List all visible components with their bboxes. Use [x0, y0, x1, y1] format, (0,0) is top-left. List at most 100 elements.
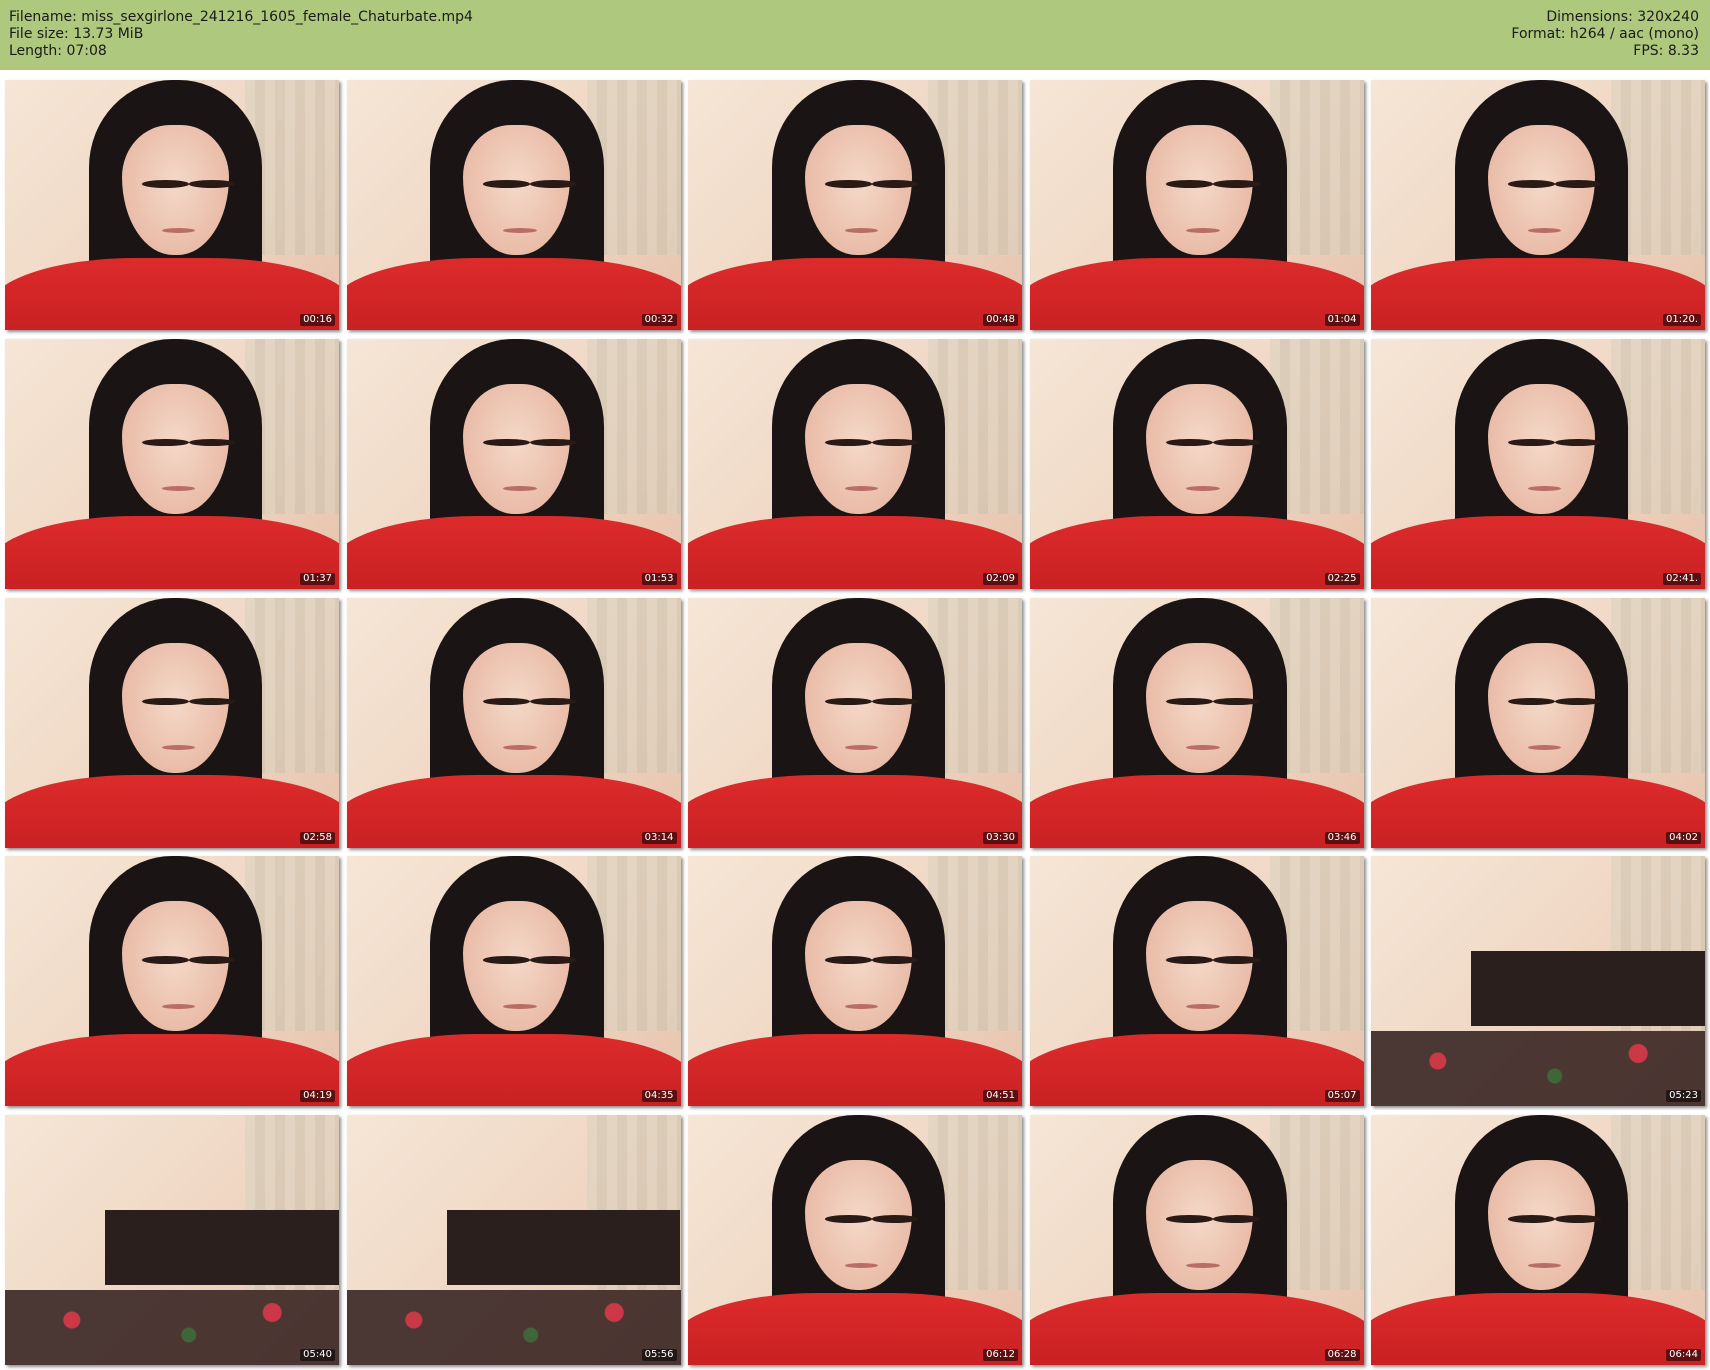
frame-timestamp: 03:46 — [1324, 831, 1360, 844]
left-eye — [1166, 697, 1214, 705]
frame-timestamp: 02:58 — [300, 831, 335, 844]
frame-timestamp: 03:30 — [983, 831, 1018, 844]
frame-timestamp: 03:14 — [641, 831, 677, 844]
right-eye — [871, 1215, 919, 1223]
video-frame-thumbnail: 01:37 — [5, 338, 339, 589]
red-robe — [5, 775, 339, 848]
file-size-text: File size: 13.73 MiB — [9, 26, 144, 42]
red-robe — [1029, 516, 1364, 589]
bed-cover — [1371, 1031, 1705, 1107]
red-robe — [1371, 257, 1705, 330]
right-eye — [188, 956, 236, 964]
video-frame-thumbnail: 02:58 — [5, 597, 339, 848]
left-eye — [141, 697, 189, 705]
red-robe — [1029, 257, 1364, 330]
dimensions-text: Dimensions: 320x240 — [1546, 9, 1699, 25]
frame-timestamp: 04:51 — [983, 1090, 1018, 1103]
right-eye — [1213, 956, 1260, 964]
mouth — [161, 1003, 196, 1009]
mouth — [503, 227, 537, 233]
frame-timestamp: 06:28 — [1324, 1349, 1360, 1361]
thumbnail-grid: 00:16 00:32 00:48 01:04 01:20. 01:37 01:53 02:0… — [5, 80, 1705, 1365]
right-eye — [530, 697, 577, 705]
video-frame-thumbnail: 04:19 — [5, 856, 339, 1107]
frame-timestamp: 01:20. — [1663, 314, 1701, 326]
red-robe — [346, 775, 681, 848]
right-eye — [1554, 180, 1602, 188]
file-info-left: Filename: miss_sexgirlone_241216_1605_fe… — [9, 9, 473, 60]
format-text: Format: h264 / aac (mono) — [1511, 26, 1699, 42]
frame-timestamp: 06:44 — [1666, 1349, 1701, 1361]
video-frame-thumbnail: 04:35 — [346, 856, 681, 1107]
mouth — [503, 745, 537, 750]
left-eye — [1507, 697, 1555, 705]
red-robe — [688, 516, 1022, 589]
right-eye — [1554, 1215, 1602, 1223]
red-robe — [346, 516, 681, 589]
right-eye — [1213, 180, 1260, 188]
video-frame-thumbnail: 02:25 — [1029, 338, 1364, 589]
mouth — [1527, 227, 1562, 233]
right-eye — [871, 697, 919, 705]
frame-timestamp: 04:19 — [300, 1090, 335, 1103]
red-robe — [346, 257, 681, 330]
frame-timestamp: 05:07 — [1324, 1090, 1360, 1103]
video-frame-thumbnail: 01:53 — [346, 338, 681, 589]
contact-sheet-header: Filename: miss_sexgirlone_241216_1605_fe… — [0, 0, 1710, 70]
frame-timestamp: 04:35 — [641, 1090, 677, 1103]
right-eye — [1213, 1215, 1260, 1223]
red-robe — [346, 1033, 681, 1107]
video-frame-thumbnail: 04:02 — [1371, 597, 1705, 848]
frame-timestamp: 05:56 — [641, 1349, 677, 1361]
left-eye — [1166, 180, 1214, 188]
red-robe — [5, 257, 339, 330]
video-frame-thumbnail: 06:44 — [1371, 1115, 1705, 1365]
mouth — [844, 227, 879, 233]
headboard — [105, 1210, 339, 1285]
red-robe — [688, 1033, 1022, 1107]
frame-timestamp: 04:02 — [1666, 831, 1701, 844]
red-robe — [1029, 775, 1364, 848]
right-eye — [188, 180, 236, 188]
left-eye — [1166, 1215, 1214, 1223]
red-robe — [688, 257, 1022, 330]
red-robe — [1029, 1033, 1364, 1107]
right-eye — [188, 697, 236, 705]
red-robe — [1029, 1292, 1364, 1365]
red-robe — [688, 775, 1022, 848]
mouth — [1186, 1262, 1220, 1268]
right-eye — [530, 956, 577, 964]
left-eye — [1507, 180, 1555, 188]
video-frame-thumbnail: 05:07 — [1029, 856, 1364, 1107]
right-eye — [871, 956, 919, 964]
left-eye — [1507, 1215, 1555, 1223]
red-robe — [5, 1033, 339, 1107]
red-robe — [1371, 516, 1705, 589]
frame-timestamp: 02:41. — [1663, 572, 1701, 585]
left-eye — [824, 956, 872, 964]
red-robe — [5, 516, 339, 589]
mouth — [844, 1262, 879, 1268]
bed-cover — [5, 1290, 339, 1365]
left-eye — [1166, 956, 1214, 964]
left-eye — [824, 697, 872, 705]
video-frame-thumbnail: 05:40 — [5, 1115, 339, 1365]
video-frame-thumbnail: 06:28 — [1029, 1115, 1364, 1365]
left-eye — [141, 956, 189, 964]
frame-timestamp: 01:37 — [300, 572, 335, 585]
left-eye — [483, 180, 531, 188]
frame-timestamp: 05:40 — [300, 1349, 335, 1361]
mouth — [1186, 1003, 1220, 1009]
right-eye — [871, 180, 919, 188]
right-eye — [530, 180, 577, 188]
video-frame-thumbnail: 04:51 — [688, 856, 1022, 1107]
file-info-right: Dimensions: 320x240 Format: h264 / aac (… — [1511, 9, 1699, 60]
red-robe — [688, 1292, 1022, 1365]
fps-text: FPS: 8.33 — [1633, 43, 1699, 59]
frame-timestamp: 00:16 — [300, 314, 335, 326]
video-frame-thumbnail: 06:12 — [688, 1115, 1022, 1365]
mouth — [1186, 745, 1220, 750]
left-eye — [824, 180, 872, 188]
left-eye — [483, 697, 531, 705]
frame-timestamp: 02:09 — [983, 572, 1018, 585]
